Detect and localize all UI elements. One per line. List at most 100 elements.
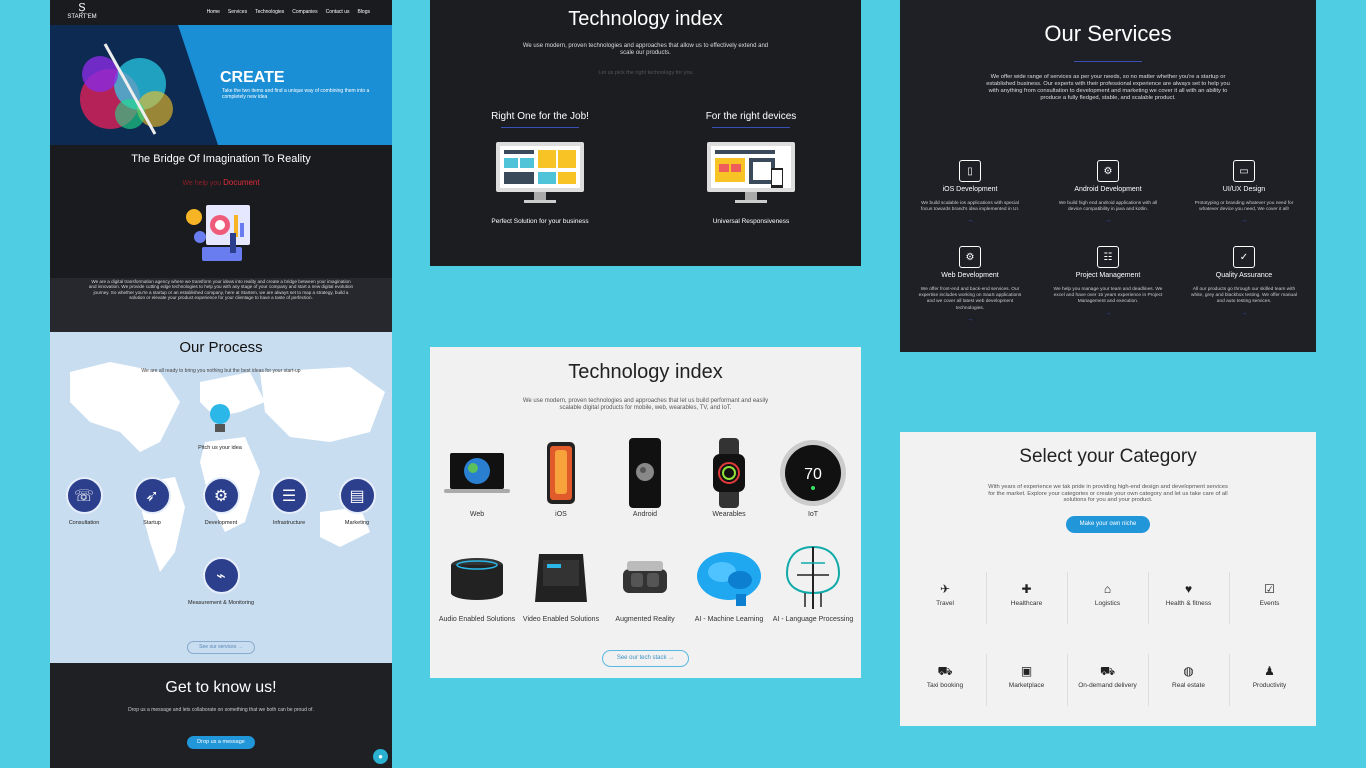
process-section: Our Process We are all ready to bring yo… xyxy=(50,332,392,663)
device-nlp[interactable]: AI - Language Processing xyxy=(771,542,855,626)
col1-underline xyxy=(501,127,579,128)
col2-text: Universal Responsiveness xyxy=(712,218,790,225)
step-label: Startup xyxy=(143,520,161,526)
tech-light-title: Technology index xyxy=(568,361,723,383)
step-startup[interactable]: ➶ Startup xyxy=(122,477,182,526)
services-title: Our Services xyxy=(1044,21,1172,46)
brain-icon xyxy=(697,552,761,606)
device-android[interactable]: Android xyxy=(603,437,687,521)
service-uiux[interactable]: ▭ UI/UX Design Prototyping or branding w… xyxy=(1189,160,1299,224)
help-line: We help you Document xyxy=(50,178,392,187)
category-label: Events xyxy=(1259,600,1280,607)
tech-light-desc: We use modern, proven technologies and a… xyxy=(522,398,769,411)
arrow-right-icon[interactable]: → xyxy=(915,217,1025,224)
tech-dark-desc: We use modern, proven technologies and a… xyxy=(522,43,769,56)
globe-icon: ◍ xyxy=(1183,664,1194,678)
bridge-section: The Bridge Of Imagination To Reality We … xyxy=(50,145,392,278)
device-audio[interactable]: Audio Enabled Solutions xyxy=(435,542,519,626)
category-taxi[interactable]: ⛟ Taxi booking xyxy=(905,654,985,706)
device-label: AI - Machine Learning xyxy=(694,616,764,623)
nav-home[interactable]: Home xyxy=(207,9,220,15)
col2-title: For the right devices xyxy=(705,111,797,122)
pitch-label: Pitch us your idea xyxy=(198,445,242,451)
device-video[interactable]: Video Enabled Solutions xyxy=(519,542,603,626)
hero-text: Take the two items and find a unique way… xyxy=(222,88,370,100)
medkit-icon: ✚ xyxy=(1021,582,1032,596)
chat-icon[interactable]: ● xyxy=(373,749,388,764)
nav-services[interactable]: Services xyxy=(228,9,247,15)
drop-message-button[interactable]: Drop us a message xyxy=(187,736,255,749)
device-iot[interactable]: 70 IoT xyxy=(771,437,855,521)
tech-dark-title: Technology index xyxy=(568,8,723,30)
device-label: Web xyxy=(469,511,485,518)
server-icon: ☰ xyxy=(270,477,308,514)
service-name: Web Development xyxy=(941,272,999,279)
category-label: Travel xyxy=(936,600,954,607)
tech-stack-button[interactable]: See our tech stack → xyxy=(602,650,689,667)
nav-blogs[interactable]: Blogs xyxy=(357,9,370,15)
category-healthcare[interactable]: ✚ Healthcare xyxy=(986,572,1066,624)
step-label: Marketing xyxy=(344,520,370,526)
step-marketing[interactable]: ▤ Marketing xyxy=(327,477,387,526)
step-label: Infrastructure xyxy=(272,520,306,526)
services-panel: Our Services We offer wide range of serv… xyxy=(900,0,1316,352)
category-delivery[interactable]: ⛟ On-demand delivery xyxy=(1067,654,1147,706)
logo[interactable]: Ș START'EM xyxy=(62,1,102,21)
category-label: On-demand delivery xyxy=(1078,682,1137,689)
category-events[interactable]: ☑ Events xyxy=(1229,572,1309,624)
smart-display-icon xyxy=(535,554,587,602)
category-label: Taxi booking xyxy=(926,682,964,689)
category-productivity[interactable]: ♟ Productivity xyxy=(1229,654,1309,706)
see-services-button[interactable]: See our services → xyxy=(187,641,255,654)
service-web[interactable]: ⚙ Web Development We offer front-end and… xyxy=(915,246,1025,323)
checklist-icon: ✓ xyxy=(1233,246,1255,268)
service-ios[interactable]: ▯ iOS Development We build scalable ios … xyxy=(915,160,1025,224)
thermostat-icon: 70 xyxy=(780,440,846,506)
step-label: Measurement & Monitoring xyxy=(187,600,255,606)
step-measurement[interactable]: ⌁ Measurement & Monitoring xyxy=(181,557,261,606)
service-text: We build high end android applications w… xyxy=(1058,201,1158,213)
truck-icon: ⛟ xyxy=(1099,664,1116,678)
device-ios[interactable]: iOS xyxy=(519,437,603,521)
about-section: We are a digital transformation agency w… xyxy=(50,278,392,332)
tech-dark-pick: Let us pick the right technology for you xyxy=(598,70,693,76)
step-infrastructure[interactable]: ☰ Infrastructure xyxy=(259,477,319,526)
arrow-right-icon[interactable]: → xyxy=(1053,217,1163,224)
service-text: All our products go through our skilled … xyxy=(1191,287,1297,305)
step-consultation[interactable]: ☏ Consultation xyxy=(54,477,114,526)
category-real-estate[interactable]: ◍ Real estate xyxy=(1148,654,1228,706)
arrow-right-icon[interactable]: → xyxy=(915,316,1025,323)
nav-companies[interactable]: Companies xyxy=(292,9,317,15)
iphone-icon xyxy=(547,442,575,504)
device-ar[interactable]: Augmented Reality xyxy=(603,542,687,626)
category-marketplace[interactable]: ▣ Marketplace xyxy=(986,654,1066,706)
arrow-right-icon[interactable]: → xyxy=(1053,310,1163,317)
col1-title: Right One for the Job! xyxy=(491,111,589,122)
nav-technologies[interactable]: Technologies xyxy=(255,9,284,15)
nav-contact[interactable]: Contact us xyxy=(326,9,350,15)
device-label: iOS xyxy=(555,511,567,518)
category-logistics[interactable]: ⌂ Logistics xyxy=(1067,572,1147,624)
arrow-right-icon[interactable]: → xyxy=(1189,310,1299,317)
plane-icon: ✈ xyxy=(939,582,951,596)
money-icon: ▣ xyxy=(1020,664,1033,678)
device-ml[interactable]: AI - Machine Learning xyxy=(687,542,771,626)
warehouse-icon: ⌂ xyxy=(1103,582,1112,596)
service-project[interactable]: ☷ Project Management We help you manage … xyxy=(1053,246,1163,317)
hero-title: CREATE xyxy=(220,69,285,86)
category-travel[interactable]: ✈ Travel xyxy=(905,572,985,624)
logo-mark-icon: Ș xyxy=(78,1,86,14)
service-android[interactable]: ⚙ Android Development We build high end … xyxy=(1053,160,1163,224)
monitoring-icon: ⌁ xyxy=(202,557,240,594)
device-wearables[interactable]: Wearables xyxy=(687,437,771,521)
make-niche-button[interactable]: Make your own niche xyxy=(1066,516,1150,533)
category-health-fitness[interactable]: ♥ Health & fitness xyxy=(1148,572,1228,624)
calendar-icon: ☑ xyxy=(1264,582,1275,596)
process-title: Our Process xyxy=(179,339,263,356)
category-desc: With years of experience we tak pride in… xyxy=(988,484,1228,503)
service-qa[interactable]: ✓ Quality Assurance All our products go … xyxy=(1189,246,1299,317)
step-development[interactable]: ⚙ Development xyxy=(191,477,251,526)
arrow-right-icon[interactable]: → xyxy=(1189,217,1299,224)
device-web[interactable]: Web xyxy=(435,437,519,521)
help-word: Document xyxy=(223,178,260,187)
